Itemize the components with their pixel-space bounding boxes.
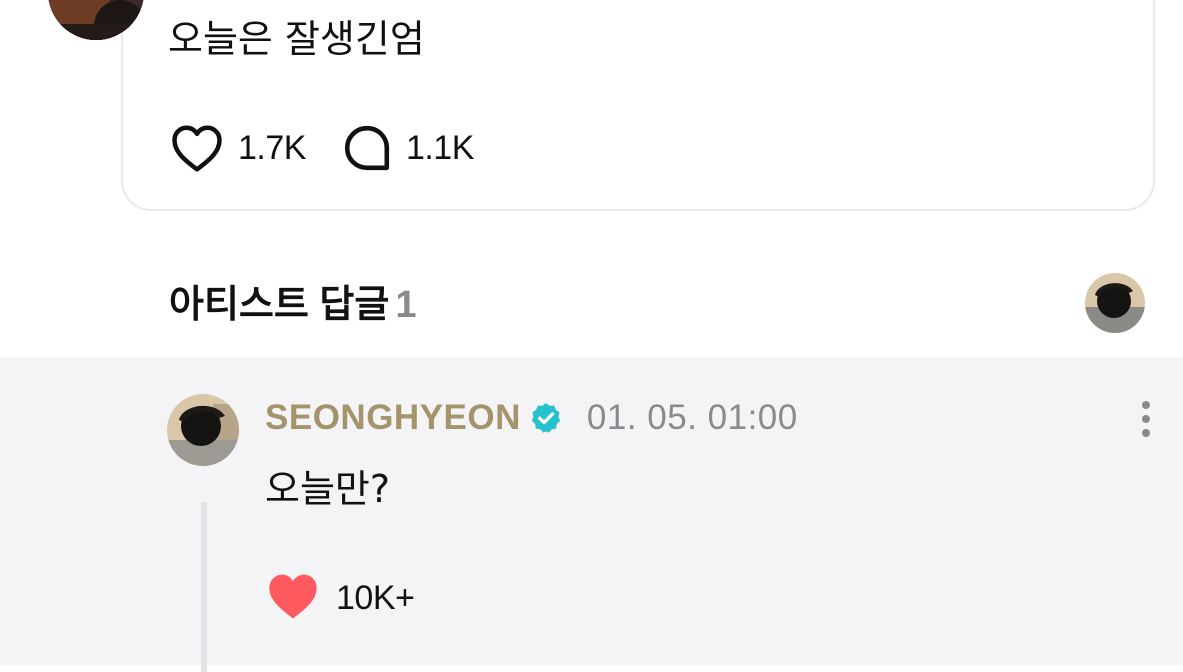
heart-filled-icon (266, 571, 320, 625)
avatar-photo (167, 394, 239, 466)
post-actions: 1.7K 1.1K (170, 124, 474, 172)
artist-reply-count: 1 (395, 284, 417, 326)
post-like-count: 1.7K (238, 128, 306, 167)
reply-date: 01. 05. 01:00 (586, 398, 798, 437)
verified-badge-icon (529, 401, 563, 435)
post-comment-button[interactable]: 1.1K (342, 123, 474, 173)
thread-line (201, 502, 207, 672)
more-vertical-icon[interactable] (1130, 398, 1162, 440)
post-like-button[interactable]: 1.7K (170, 123, 306, 173)
artist-reply-header[interactable]: 아티스트 답글 1 (169, 280, 416, 330)
reply-like-count: 10K+ (336, 578, 415, 617)
reply-author-name[interactable]: SEONGHYEON (265, 398, 521, 438)
post-text: 오늘은 잘생긴엄 (168, 17, 425, 61)
post-comment-count: 1.1K (405, 128, 474, 167)
comment-bubble-icon (342, 123, 392, 173)
reply-like-button[interactable]: 10K+ (266, 571, 415, 625)
heart-outline-icon (170, 123, 224, 173)
avatar-photo (1085, 273, 1145, 333)
artist-avatar-small[interactable] (1085, 273, 1145, 333)
reply-meta: SEONGHYEON 01. 05. 01:00 (265, 394, 798, 442)
reply-author-avatar[interactable] (167, 394, 239, 466)
reply-text: 오늘만? (265, 467, 391, 511)
artist-reply-title: 아티스트 답글 (169, 284, 390, 326)
